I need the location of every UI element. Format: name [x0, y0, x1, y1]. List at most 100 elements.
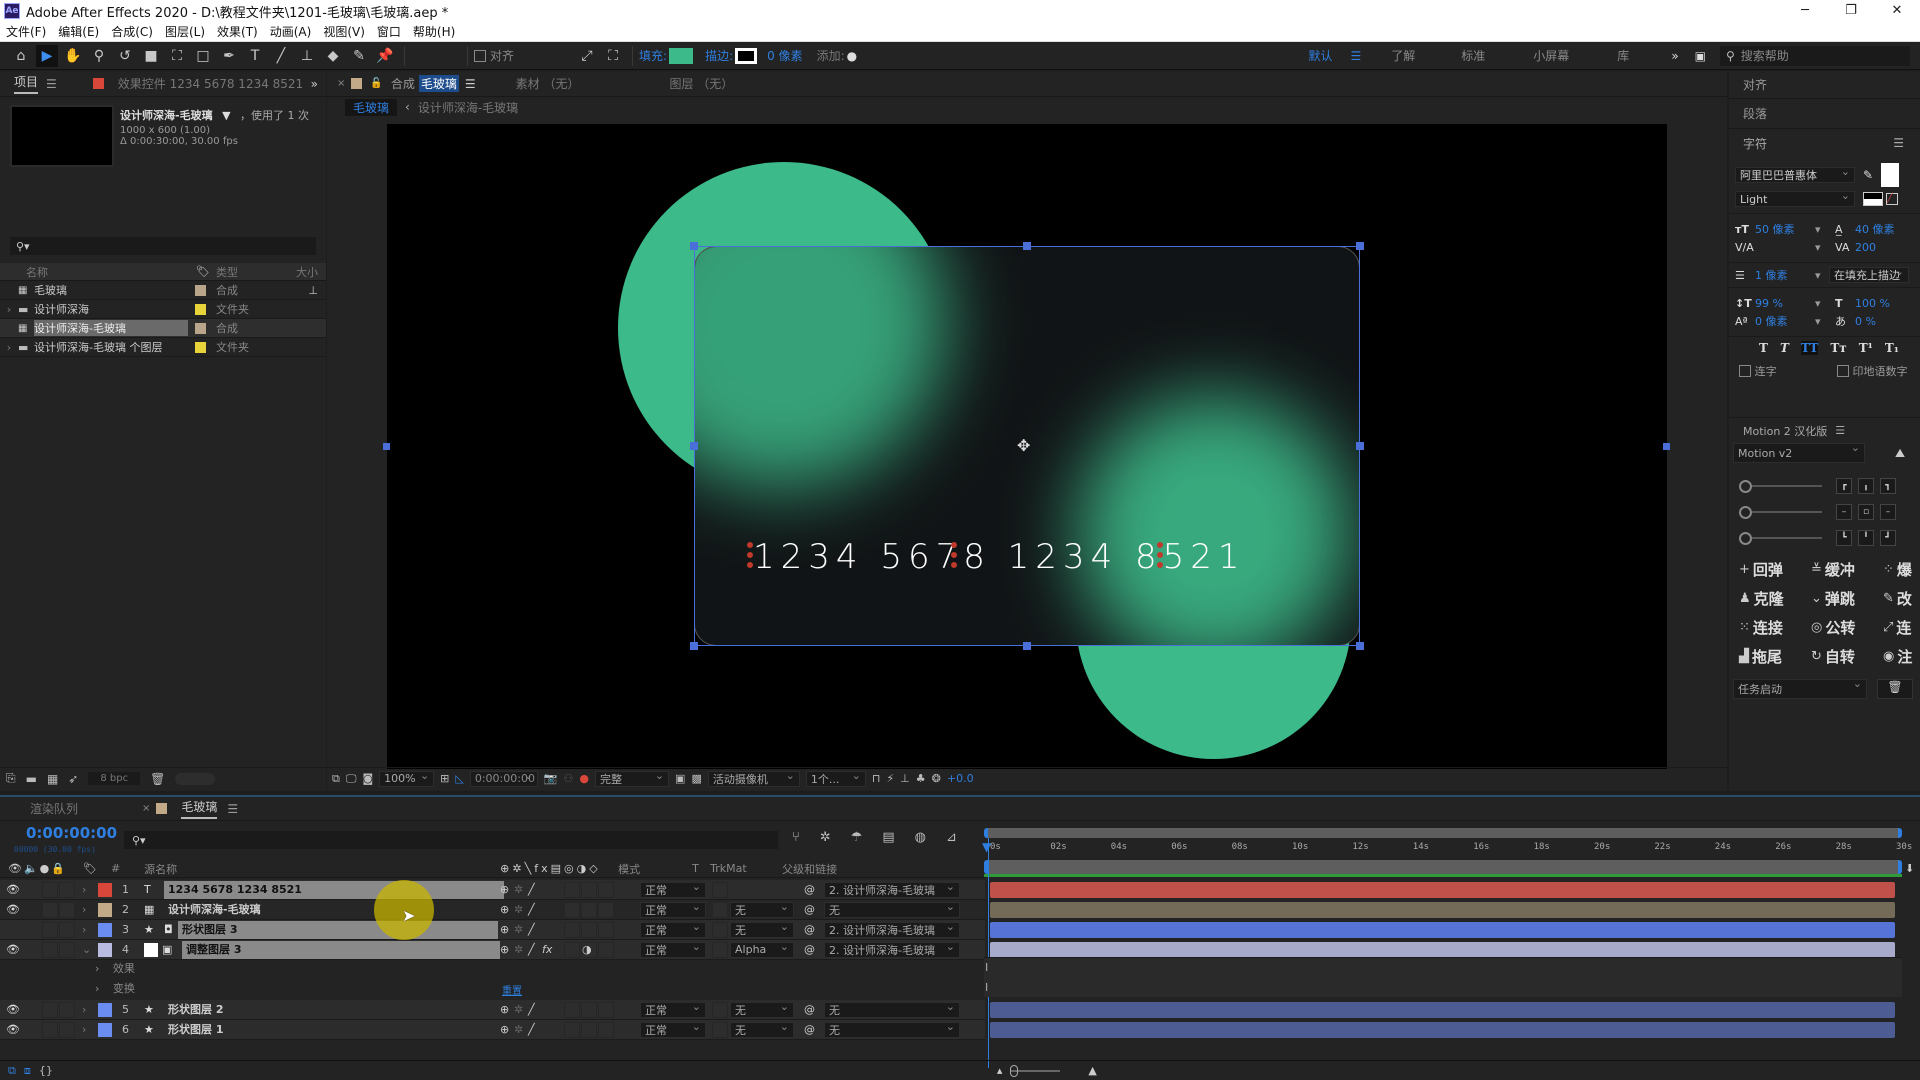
motion-blur-toggle[interactable] — [581, 901, 597, 918]
frame-blend-toggle[interactable] — [564, 901, 580, 918]
audio-toggle[interactable] — [42, 941, 58, 958]
eye-icon[interactable]: 👁 — [4, 1003, 22, 1016]
layer-duration-bar[interactable] — [990, 882, 1895, 898]
tracking-value[interactable]: 200 — [1855, 241, 1876, 254]
font-style-dropdown[interactable]: Light — [1735, 189, 1855, 207]
layer-label-color[interactable] — [98, 942, 112, 957]
parent-pickwhip-icon[interactable]: @ — [804, 923, 815, 936]
layer-duration-bar[interactable] — [990, 902, 1895, 918]
text-handle[interactable] — [951, 542, 957, 568]
horizontal-scale-value[interactable]: 100 % — [1855, 297, 1890, 310]
slider-track[interactable] — [1752, 511, 1822, 513]
label-column-icon[interactable]: 🏷 — [83, 862, 97, 875]
tab-timeline-comp[interactable]: 毛玻璃 — [181, 798, 218, 819]
fx-switch-icon[interactable]: fx — [542, 943, 558, 956]
anchor-center-button[interactable]: ▫ — [1858, 504, 1874, 520]
layer-switches-toggle-icon[interactable]: ⧉ — [8, 1064, 16, 1078]
parent-pickwhip-icon[interactable]: @ — [804, 903, 815, 916]
menu-layer[interactable]: 图层(L) — [165, 23, 205, 40]
parent-pickwhip-icon[interactable]: @ — [804, 1003, 815, 1016]
layer-name[interactable]: 形状图层 1 — [164, 1021, 524, 1039]
anchor-right-button[interactable]: – — [1880, 504, 1896, 520]
rectangle-tool-icon[interactable]: □ — [192, 45, 214, 67]
motion-panel-title[interactable]: Motion 2 汉化版 — [1743, 423, 1827, 439]
transform-handle[interactable] — [690, 442, 698, 450]
motion-menu-icon[interactable]: ☰ — [1835, 424, 1845, 437]
preserve-transparency-toggle[interactable] — [712, 1001, 728, 1018]
layer-duration-bar[interactable] — [990, 1022, 1895, 1038]
pen-tool-icon[interactable]: ✒ — [218, 45, 240, 67]
parent-pickwhip-icon[interactable]: @ — [804, 1023, 815, 1036]
collapse-switch-icon[interactable]: ✲ — [514, 943, 528, 956]
expand-arrow-icon[interactable]: › — [82, 1003, 96, 1016]
motion-btn-spin[interactable]: ↻ 自转 — [1811, 646, 1883, 667]
all-caps-button[interactable]: TT — [1800, 341, 1819, 355]
current-time-field[interactable]: 0:00:00:00 — [469, 769, 538, 787]
comp-menu-icon[interactable]: ☰ — [465, 77, 476, 91]
workspace-standard[interactable]: 标准 — [1461, 47, 1485, 64]
panel-align[interactable]: 对齐 — [1743, 76, 1767, 93]
menu-view[interactable]: 视图(V) — [323, 23, 365, 40]
task-dropdown[interactable]: 任务启动 — [1733, 677, 1867, 699]
quality-switch-icon[interactable]: ╱ — [528, 923, 542, 936]
transform-handle[interactable] — [690, 642, 698, 650]
timeline-search-input[interactable]: ⚲▾ — [124, 831, 778, 849]
stroke-mode-dropdown[interactable]: 在填充上描边 — [1829, 267, 1909, 283]
keyframe-marker-icon[interactable]: I — [985, 981, 988, 994]
frame-blend-toggle[interactable] — [564, 921, 580, 938]
mask-icon[interactable]: ◙ — [362, 772, 373, 785]
expand-arrow-icon[interactable]: › — [0, 341, 18, 354]
add-menu-icon[interactable]: ● — [847, 49, 857, 63]
text-handle[interactable] — [1157, 542, 1163, 568]
layer-name[interactable]: 形状图层 2 — [164, 1001, 524, 1019]
solo-switch-icon[interactable]: ● — [40, 862, 50, 875]
shy-switch-icon[interactable]: ⊕ — [500, 943, 514, 956]
blend-mode-dropdown[interactable]: 正常 — [640, 880, 706, 898]
close-tab-icon[interactable]: × — [337, 78, 345, 89]
draft-3d-icon[interactable]: ✲ — [820, 830, 831, 845]
motion-btn-orbit[interactable]: ◎ 公转 — [1811, 617, 1883, 638]
quality-switch-icon[interactable]: ╱ — [528, 903, 542, 916]
font-size-value[interactable]: 50 像素 — [1755, 221, 1815, 237]
in-out-toggle-icon[interactable]: {} — [39, 1064, 53, 1077]
collapse-switch-icon[interactable]: ✲ — [514, 1023, 528, 1036]
frame-blend-toggle[interactable] — [564, 881, 580, 898]
motion-blur-toggle[interactable] — [581, 1001, 597, 1018]
collapse-switch-icon[interactable]: ✲ — [514, 903, 528, 916]
type-tool-icon[interactable]: T — [244, 45, 266, 67]
expand-arrow-icon[interactable]: › — [95, 962, 99, 975]
layer-label-color[interactable] — [98, 882, 112, 897]
trash-icon[interactable]: 🗑 — [1877, 679, 1913, 699]
motion-blur-toggle[interactable]: ◑ — [581, 941, 597, 958]
preserve-transparency-toggle[interactable] — [712, 1021, 728, 1038]
faux-bold-button[interactable]: T — [1759, 341, 1768, 355]
panel-character[interactable]: 字符 — [1743, 135, 1767, 152]
3d-layer-toggle[interactable] — [598, 941, 614, 958]
resolution-dropdown[interactable]: 完整 — [595, 769, 670, 787]
leading-value[interactable]: 40 像素 — [1855, 221, 1895, 237]
motion-preset-dropdown[interactable]: Motion v2 — [1733, 441, 1865, 463]
mask-visibility-icon[interactable]: ◺ — [455, 772, 463, 785]
project-item[interactable]: ▦ 毛玻璃 合成 ⊥ — [0, 281, 326, 300]
expand-arrow-icon[interactable]: › — [82, 923, 96, 936]
transform-handle[interactable] — [1023, 642, 1031, 650]
quality-switch-icon[interactable]: ╱ — [528, 883, 542, 896]
layer-label-color[interactable] — [98, 902, 112, 917]
selection-tool-icon[interactable]: ▶ — [36, 44, 58, 67]
time-ruler[interactable]: 0s 02s 04s 06s 08s 10s 12s 14s 16s 18s 20s 22s 24s 26… — [984, 838, 1912, 860]
transparency-grid-icon[interactable]: ▩ — [691, 772, 701, 785]
menu-window[interactable]: 窗口 — [377, 23, 401, 40]
workspace-learn[interactable]: 了解 — [1391, 47, 1415, 64]
no-stroke-swatch[interactable]: ╱ — [1886, 193, 1898, 205]
motion-btn-excite[interactable]: + 回弹 — [1739, 559, 1811, 580]
track-matte-dropdown[interactable]: 无 — [730, 900, 794, 918]
fill-color-swatch[interactable] — [669, 47, 694, 64]
layer-label-color[interactable] — [98, 1022, 112, 1037]
stroke-width-value[interactable]: 0 像素 — [767, 47, 802, 64]
character-menu-icon[interactable]: ☰ — [1893, 136, 1904, 150]
playhead-icon[interactable]: ▼ — [982, 840, 991, 854]
project-item[interactable]: › ▬ 设计师深海-毛玻璃 个图层 文件夹 — [0, 338, 326, 357]
quality-switch-icon[interactable]: ╱ — [528, 943, 542, 956]
lock-icon[interactable]: 🔓 — [370, 78, 382, 89]
audio-toggle[interactable] — [42, 1001, 58, 1018]
